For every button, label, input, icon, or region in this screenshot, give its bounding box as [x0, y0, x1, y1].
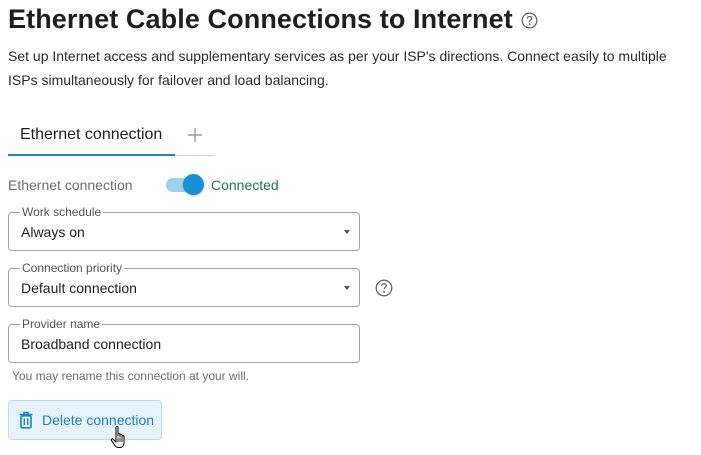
page-description: Set up Internet access and supplementary…	[8, 48, 667, 88]
delete-connection-label: Delete connection	[42, 412, 155, 428]
toggle-thumb	[183, 174, 204, 195]
ethernet-toggle-label: Ethernet connection	[8, 177, 133, 193]
connection-status: Connected	[211, 177, 279, 193]
page-title: Ethernet Cable Connections to Internet	[8, 4, 513, 34]
work-schedule-value: Always on	[21, 224, 85, 240]
provider-name-legend: Provider name	[20, 317, 103, 331]
page-header: Ethernet Cable Connections to Internet	[8, 2, 538, 36]
connection-tabs: Ethernet connection	[8, 118, 215, 156]
add-tab-button[interactable]	[184, 122, 206, 148]
connection-priority-legend: Connection priority	[20, 261, 125, 275]
provider-name-hint: You may rename this connection at your w…	[12, 369, 250, 383]
priority-help-icon[interactable]	[375, 279, 393, 297]
tab-ethernet-connection[interactable]: Ethernet connection	[8, 118, 175, 156]
work-schedule-legend: Work schedule	[20, 205, 104, 219]
connection-priority-value: Default connection	[21, 280, 137, 296]
ethernet-toggle[interactable]	[165, 174, 205, 196]
provider-name-value: Broadband connection	[21, 336, 162, 352]
ethernet-toggle-row: Ethernet connection Connected	[8, 174, 279, 196]
trash-icon	[19, 411, 33, 429]
chevron-down-icon	[344, 286, 350, 290]
connection-priority-select[interactable]: Connection priority Default connection	[8, 261, 360, 307]
work-schedule-select[interactable]: Work schedule Always on	[8, 205, 360, 251]
delete-connection-button[interactable]: Delete connection	[8, 400, 162, 440]
provider-name-input[interactable]: Provider name Broadband connection	[8, 317, 360, 363]
chevron-down-icon	[344, 230, 350, 234]
plus-icon	[188, 128, 202, 142]
help-icon[interactable]	[521, 12, 538, 29]
hand-cursor-icon	[110, 425, 125, 449]
